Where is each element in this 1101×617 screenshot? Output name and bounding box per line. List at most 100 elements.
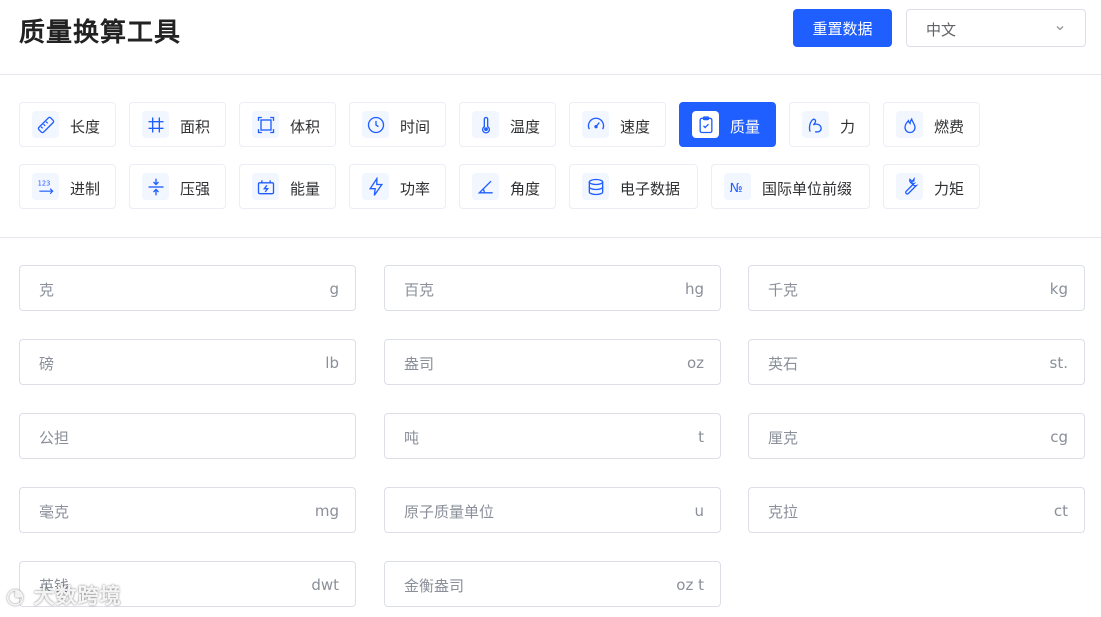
unit-field-atomic-mass-unit[interactable]: 原子质量单位 u — [384, 487, 721, 533]
tab-label: 功率 — [400, 180, 431, 198]
field-unit: cg — [1050, 428, 1068, 446]
tab-label: 速度 — [620, 118, 651, 136]
tab-fuel[interactable]: 燃费 — [883, 102, 980, 147]
field-label: 克拉 — [768, 503, 799, 521]
category-tabs: 长度 面积 体积 时间 温度 速度 质量 力 燃费 123 进制 压强 能量 功… — [0, 75, 1101, 238]
field-label: 金衡盎司 — [404, 577, 465, 595]
battery-icon — [252, 173, 279, 200]
field-label: 原子质量单位 — [404, 503, 495, 521]
unit-field-ounce[interactable]: 盎司 oz — [384, 339, 721, 385]
field-label: 千克 — [768, 281, 799, 299]
field-label: 厘克 — [768, 429, 799, 447]
unit-field-kilogram[interactable]: 千克 kg — [748, 265, 1085, 311]
svg-text:123: 123 — [37, 179, 50, 187]
clipboard-check-icon — [692, 111, 719, 138]
unit-field-pound[interactable]: 磅 lb — [19, 339, 356, 385]
tab-si-prefix[interactable]: № 国际单位前缀 — [711, 164, 870, 209]
tab-mass[interactable]: 质量 — [679, 102, 776, 147]
box-icon — [252, 111, 279, 138]
tab-volume[interactable]: 体积 — [239, 102, 336, 147]
number-base-icon: 123 — [32, 173, 59, 200]
tab-label: 能量 — [290, 180, 321, 198]
tab-label: 电子数据 — [620, 180, 681, 198]
watermark-text: 大数跨境 — [33, 584, 122, 608]
tab-energy[interactable]: 能量 — [239, 164, 336, 209]
unit-field-milligram[interactable]: 毫克 mg — [19, 487, 356, 533]
tab-label: 力矩 — [934, 180, 965, 198]
compress-icon — [142, 173, 169, 200]
unit-field-hectogram[interactable]: 百克 hg — [384, 265, 721, 311]
tab-label: 力 — [840, 118, 856, 136]
field-label: 克 — [39, 281, 55, 299]
field-label: 英石 — [768, 355, 799, 373]
language-select[interactable]: 中文 — [906, 9, 1086, 47]
field-label: 盎司 — [404, 355, 435, 373]
watermark-logo-icon: ◔ — [6, 584, 26, 608]
app-header: 质量换算工具 重置数据 中文 — [0, 0, 1101, 75]
speedometer-icon — [582, 111, 609, 138]
reset-data-button[interactable]: 重置数据 — [793, 9, 892, 47]
svg-text:№: № — [729, 180, 742, 195]
unit-field-ton[interactable]: 吨t — [384, 413, 721, 459]
tab-pressure[interactable]: 压强 — [129, 164, 226, 209]
grid-icon — [142, 111, 169, 138]
field-unit: oz t — [676, 576, 704, 594]
field-label: 毫克 — [39, 503, 70, 521]
clock-icon — [362, 111, 389, 138]
tab-label: 时间 — [400, 118, 431, 136]
unit-field-stone[interactable]: 英石 st. — [748, 339, 1085, 385]
field-label: 磅 — [39, 355, 55, 373]
field-label: 吨 — [404, 429, 420, 447]
flame-icon — [896, 111, 923, 138]
field-unit: ct — [1053, 502, 1068, 520]
tab-label: 角度 — [510, 180, 541, 198]
tab-label: 国际单位前缀 — [762, 180, 853, 198]
numero-icon: № — [724, 173, 751, 200]
field-unit: oz — [686, 354, 704, 372]
tab-angle[interactable]: 角度 — [459, 164, 556, 209]
field-unit: u — [694, 502, 704, 520]
unit-field-quintal[interactable]: 公担 — [19, 413, 356, 459]
tab-label: 体积 — [290, 118, 321, 136]
wrench-icon — [896, 173, 923, 200]
field-unit: t — [698, 428, 704, 446]
unit-field-carat[interactable]: 克拉 ct — [748, 487, 1085, 533]
field-unit: kg — [1049, 280, 1068, 298]
field-unit: hg — [684, 280, 704, 298]
tab-temperature[interactable]: 温度 — [459, 102, 556, 147]
database-icon — [582, 173, 609, 200]
tab-label: 进制 — [70, 180, 101, 198]
tab-label: 压强 — [180, 180, 211, 198]
muscle-icon — [802, 111, 829, 138]
tab-label: 燃费 — [934, 118, 965, 136]
tab-number-base[interactable]: 123 进制 — [19, 164, 116, 209]
unit-field-troy-ounce[interactable]: 金衡盎司 oz t — [384, 561, 721, 607]
tab-area[interactable]: 面积 — [129, 102, 226, 147]
field-unit: dwt — [311, 576, 339, 594]
tab-speed[interactable]: 速度 — [569, 102, 666, 147]
tab-label: 质量 — [730, 118, 761, 136]
field-label: 公担 — [39, 429, 70, 447]
field-unit: mg — [314, 502, 339, 520]
page-title: 质量换算工具 — [19, 18, 182, 48]
tab-time[interactable]: 时间 — [349, 102, 446, 147]
field-unit: g — [329, 280, 339, 298]
tab-label: 温度 — [510, 118, 541, 136]
tab-torque[interactable]: 力矩 — [883, 164, 980, 209]
field-unit: st. — [1049, 354, 1068, 372]
field-unit: lb — [325, 354, 339, 372]
unit-field-centigram[interactable]: 厘克 cg — [748, 413, 1085, 459]
unit-field-gram[interactable]: 克g — [19, 265, 356, 311]
ruler-icon — [32, 111, 59, 138]
thermometer-icon — [472, 111, 499, 138]
tab-label: 长度 — [70, 118, 101, 136]
angle-icon — [472, 173, 499, 200]
lightning-icon — [362, 173, 389, 200]
tab-digital-data[interactable]: 电子数据 — [569, 164, 698, 209]
language-select-value: 中文 — [926, 21, 957, 39]
tab-power[interactable]: 功率 — [349, 164, 446, 209]
tab-force[interactable]: 力 — [789, 102, 870, 147]
field-label: 百克 — [404, 281, 435, 299]
chevron-down-icon — [1056, 26, 1064, 31]
tab-length[interactable]: 长度 — [19, 102, 116, 147]
